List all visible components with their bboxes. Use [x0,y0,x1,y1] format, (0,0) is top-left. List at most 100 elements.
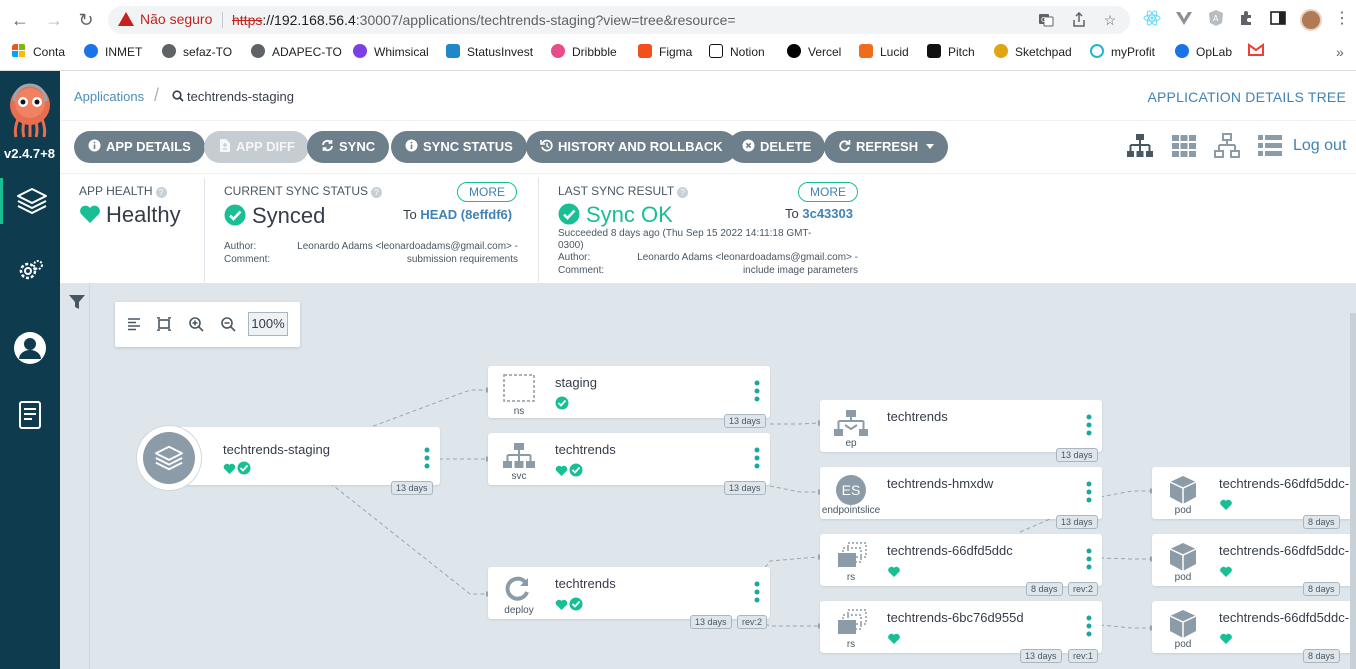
delete-button[interactable]: DELETE [728,131,826,163]
resource-node-pod[interactable]: pod techtrends-66dfd5ddc- [1152,467,1356,519]
sidebar-item-settings[interactable] [0,248,60,294]
refresh-label: REFRESH [856,139,919,154]
app-diff-button[interactable]: APP DIFF [204,131,309,163]
app-details-label: APP DETAILS [106,139,191,154]
kebab-menu-icon[interactable] [424,447,430,469]
bookmark-myprofit[interactable]: myProfit [1090,43,1155,61]
file-diff-icon [218,139,231,152]
bookmark-dribbble[interactable]: Dribbble [551,43,617,61]
canvas-scrollbar[interactable] [1350,313,1356,669]
bookmark-conta[interactable]: Conta [12,43,65,61]
bookmark-label: Conta [33,45,66,59]
bookmark-inmet[interactable]: INMET [84,43,142,61]
app-root-node[interactable]: techtrends-staging [170,427,440,485]
resource-node-ep[interactable]: ep techtrends [820,400,1102,452]
resource-node-pod[interactable]: pod techtrends-66dfd5ddc- [1152,534,1356,586]
history-rollback-button[interactable]: HISTORY AND ROLLBACK [526,131,737,163]
bookmark-lucid[interactable]: Lucid [859,43,909,61]
last-sync-more-button[interactable]: MORE [798,182,858,202]
bookmark-gmail[interactable] [1248,43,1264,61]
resource-node-rs-current[interactable]: rs techtrends-66dfd5ddc [820,534,1102,586]
current-sync-revision-link[interactable]: HEAD (8effdf6) [420,207,512,222]
bookmark-sefaz[interactable]: sefaz-TO [162,43,232,61]
resource-node-ns[interactable]: ns staging [488,366,770,418]
bookmark-notion[interactable]: Notion [709,43,765,61]
breadcrumb-applications[interactable]: Applications [74,89,144,104]
action-toolbar: APP DETAILS APP DIFF SYNC SYNC STATUS HI… [60,121,1356,173]
node-name: techtrends-66dfd5ddc- [1219,610,1350,625]
sync-button[interactable]: SYNC [307,131,390,163]
resource-node-deploy[interactable]: deploy techtrends [488,567,770,619]
sidebar-item-docs[interactable] [0,392,60,438]
bookmark-star-icon[interactable]: ☆ [1102,12,1118,28]
browser-menu-icon[interactable]: ⋮ [1334,9,1350,29]
help-icon[interactable]: ? [371,187,383,198]
tree-view-icon[interactable] [1126,133,1154,159]
info-circle-icon [405,139,418,152]
bookmarks-overflow-icon[interactable]: » [1336,44,1344,60]
kebab-menu-icon[interactable] [754,447,760,469]
resource-node-rs-old[interactable]: rs techtrends-6bc76d955d [820,601,1102,653]
node-status [555,597,585,611]
angular-devtools-icon[interactable]: A [1206,9,1226,29]
resource-tree-canvas[interactable]: 100% techtrends-staging 13 days ns stagi… [60,283,1356,669]
vue-devtools-icon[interactable] [1174,9,1194,29]
help-icon[interactable]: ? [677,187,689,198]
bookmark-sketchpad[interactable]: Sketchpad [994,43,1072,61]
bookmark-vercel[interactable]: Vercel [787,43,841,61]
security-warning[interactable]: Não seguro [118,11,212,27]
kebab-menu-icon[interactable] [754,581,760,603]
pods-view-icon[interactable] [1170,133,1198,159]
sync-status-button[interactable]: SYNC STATUS [391,131,527,163]
healthy-synced-icons [555,463,583,477]
bookmark-label: OpLab [1196,45,1233,59]
last-sync-title: LAST SYNC RESULT? [558,184,689,198]
omnibox[interactable]: Não seguro https://192.168.56.4:30007/ap… [108,6,1130,34]
share-icon[interactable] [1071,11,1087,28]
resource-node-pod[interactable]: pod techtrends-66dfd5ddc- [1152,601,1356,653]
url-text[interactable]: https://192.168.56.4:30007/applications/… [232,12,736,28]
profile-avatar[interactable] [1300,9,1322,31]
extensions-puzzle-icon[interactable] [1237,9,1257,29]
network-view-icon[interactable] [1213,133,1241,159]
sidebar-item-user-info[interactable] [0,325,60,371]
side-panel-icon[interactable] [1268,9,1288,29]
translate-icon[interactable]: G [1038,12,1054,28]
node-kind: rs [846,572,856,583]
reload-icon[interactable]: ↻ [74,8,98,32]
kebab-menu-icon[interactable] [754,380,760,402]
age-tag: 13 days [724,481,766,495]
bookmark-pitch[interactable]: Pitch [927,43,975,61]
whimsical-icon [353,44,367,58]
back-arrow-icon[interactable]: ← [8,8,32,32]
bookmark-whimsical[interactable]: Whimsical [353,43,429,61]
bookmark-oplab[interactable]: OpLab [1175,43,1232,61]
last-sync-revision-link[interactable]: 3c43303 [802,206,853,221]
list-view-icon[interactable] [1256,133,1284,159]
app-root-icon-circle [137,426,201,490]
resource-node-endpointslice[interactable]: ES endpointslice techtrends-hmxdw [820,467,1102,519]
kebab-menu-icon[interactable] [1086,481,1092,503]
layers-icon [154,445,184,471]
kebab-menu-icon[interactable] [1086,414,1092,436]
logout-link[interactable]: Log out [1293,137,1346,155]
react-devtools-icon[interactable] [1142,9,1162,29]
kebab-menu-icon[interactable] [1086,615,1092,637]
bookmark-adapec[interactable]: ADAPEC-TO [251,43,342,61]
myprofit-icon [1090,44,1104,58]
node-status [223,461,253,475]
current-sync-more-button[interactable]: MORE [457,182,517,202]
sidebar-item-applications[interactable] [0,178,60,224]
kebab-menu-icon[interactable] [1086,548,1092,570]
security-label: Não seguro [140,11,213,27]
to-prefix: To [403,207,417,222]
bookmark-figma[interactable]: Figma [638,43,692,61]
resource-node-svc[interactable]: svc techtrends [488,433,770,485]
forward-arrow-icon[interactable]: → [42,8,66,32]
bookmark-statusinvest[interactable]: StatusInvest [446,43,533,61]
refresh-button[interactable]: REFRESH [824,131,948,163]
app-details-button[interactable]: APP DETAILS [74,131,205,163]
author-label: Author: [558,252,591,263]
help-icon[interactable]: ? [155,187,167,198]
bookmark-label: Whimsical [374,45,429,59]
